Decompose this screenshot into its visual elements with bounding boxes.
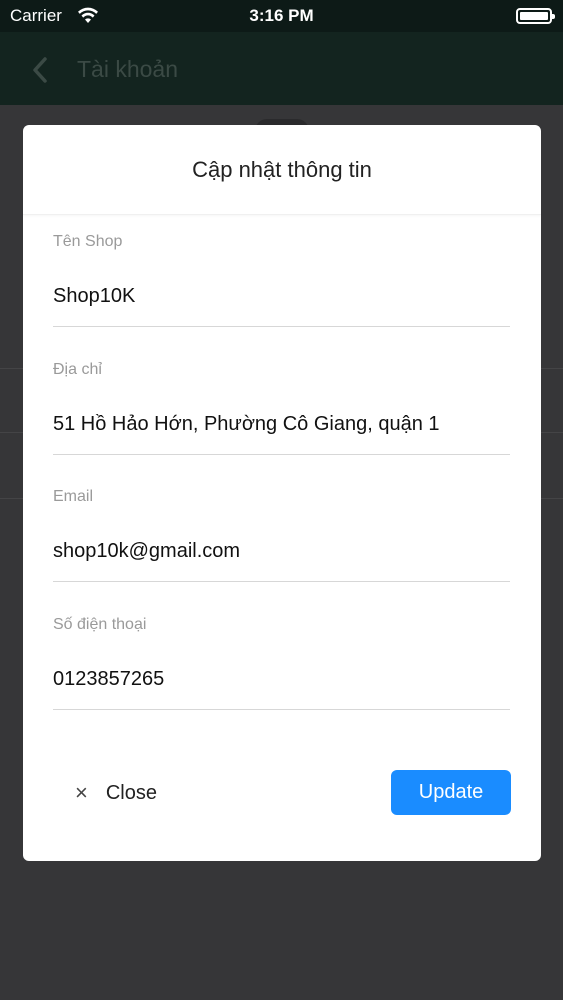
battery-icon [516, 8, 555, 24]
email-input[interactable]: shop10k@gmail.com [53, 540, 510, 563]
status-bar: Carrier 3:16 PM [0, 0, 563, 32]
address-field[interactable]: Địa chỉ 51 Hồ Hảo Hớn, Phường Cô Giang, … [53, 345, 510, 455]
phone-label: Số điện thoại [53, 616, 147, 633]
update-button-label: Update [418, 781, 484, 803]
email-field[interactable]: Email shop10k@gmail.com [53, 472, 510, 582]
email-label: Email [53, 488, 94, 505]
address-input[interactable]: 51 Hồ Hảo Hớn, Phường Cô Giang, quận 1 [53, 413, 510, 436]
dialog-header: Cập nhật thông tin [23, 125, 541, 215]
phone-input[interactable]: 0123857265 [53, 668, 510, 691]
update-button[interactable]: Update [391, 770, 511, 815]
address-label: Địa chỉ [53, 361, 102, 378]
shop-name-field[interactable]: Tên Shop Shop10K [53, 217, 510, 327]
close-button[interactable]: × Close [75, 775, 157, 811]
nav-bar: Tài khoản [0, 32, 563, 105]
dialog-title: Cập nhật thông tin [192, 156, 372, 182]
shop-name-input[interactable]: Shop10K [53, 285, 510, 308]
clock: 3:16 PM [249, 6, 314, 25]
close-icon: × [75, 780, 88, 805]
shop-name-label: Tên Shop [53, 233, 123, 250]
close-button-label: Close [105, 781, 157, 804]
update-info-dialog: Cập nhật thông tin Tên Shop Shop10K Địa … [23, 125, 541, 861]
phone-field[interactable]: Số điện thoại 0123857265 [53, 600, 510, 710]
nav-title: Tài khoản [77, 56, 179, 82]
back-chevron-icon[interactable] [30, 56, 50, 89]
